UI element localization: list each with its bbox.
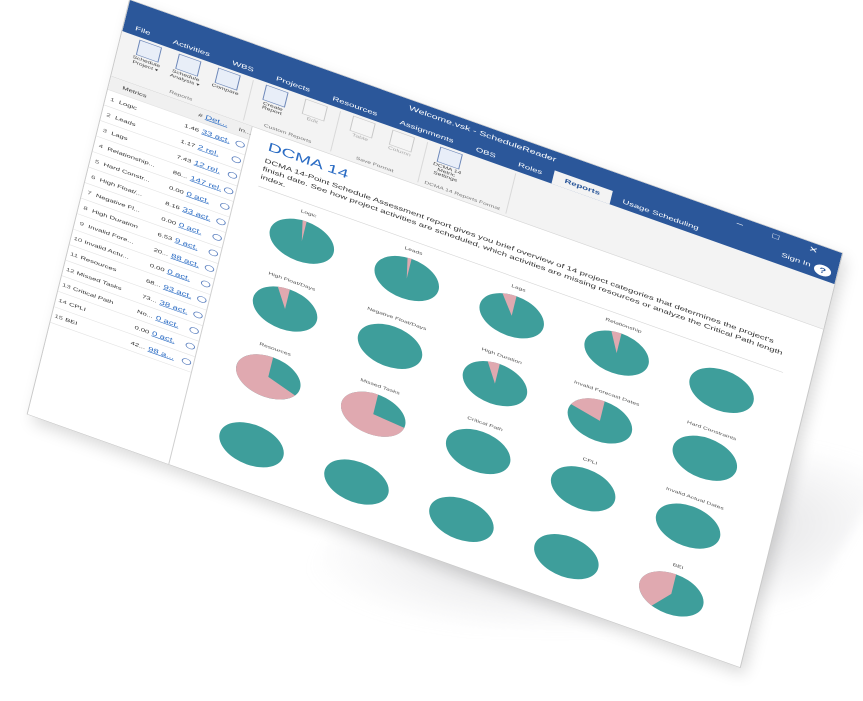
pie-slice-ok <box>445 428 511 475</box>
status-indicator <box>184 341 198 353</box>
pie-slice-ok <box>429 496 494 542</box>
pie-label <box>467 490 469 498</box>
status-indicator <box>188 326 202 337</box>
status-indicator <box>234 139 248 151</box>
pie-slice-ok <box>324 459 389 505</box>
pie-slice-ok <box>689 367 754 413</box>
status-indicator <box>215 217 228 228</box>
pie-svg <box>374 255 440 302</box>
circle-icon <box>204 263 215 273</box>
pie-label <box>727 361 729 369</box>
pie-slice-ok <box>219 422 284 468</box>
status-indicator <box>196 294 209 306</box>
status-indicator <box>223 186 236 197</box>
circle-icon <box>192 310 204 320</box>
circle-icon <box>227 170 238 180</box>
sign-in-link[interactable]: Sign In <box>781 252 812 269</box>
pie-svg <box>689 367 754 413</box>
grid-header-cell[interactable] <box>110 83 123 88</box>
grid-header-cell[interactable]: In... <box>238 126 252 136</box>
status-indicator <box>181 357 194 368</box>
status-indicator <box>219 201 232 213</box>
pie-svg <box>269 218 335 264</box>
status-indicator <box>230 155 244 166</box>
circle-icon <box>219 201 231 211</box>
row-number: 8 <box>82 204 89 212</box>
circle-icon <box>200 279 212 289</box>
status-indicator <box>211 232 225 244</box>
circle-icon <box>184 341 196 351</box>
circle-icon <box>181 357 192 367</box>
pie-slice-ok <box>534 534 599 580</box>
pie-label <box>572 527 574 535</box>
status-indicator <box>227 170 240 182</box>
circle-icon <box>211 232 223 242</box>
status-indicator <box>200 279 213 290</box>
circle-icon <box>188 326 200 336</box>
circle-icon <box>207 248 219 258</box>
pie-svg <box>479 293 544 339</box>
circle-icon <box>215 217 227 227</box>
circle-icon <box>230 155 242 165</box>
pie-label <box>257 415 259 423</box>
circle-icon <box>234 139 246 149</box>
help-icon[interactable]: ? <box>812 262 833 279</box>
pie-label <box>362 453 364 461</box>
status-indicator <box>207 248 221 259</box>
tilted-view: Welcome.vsk - ScheduleReader – □ ✕ File A… <box>27 0 863 668</box>
pie-slice-ok <box>269 218 335 264</box>
circle-icon <box>196 294 208 305</box>
pie-svg <box>584 330 649 376</box>
pie-slice-ok <box>479 293 544 339</box>
status-indicator <box>204 263 217 275</box>
circle-icon <box>223 186 235 196</box>
pie-slice-ok <box>550 466 616 512</box>
status-indicator <box>192 310 205 321</box>
